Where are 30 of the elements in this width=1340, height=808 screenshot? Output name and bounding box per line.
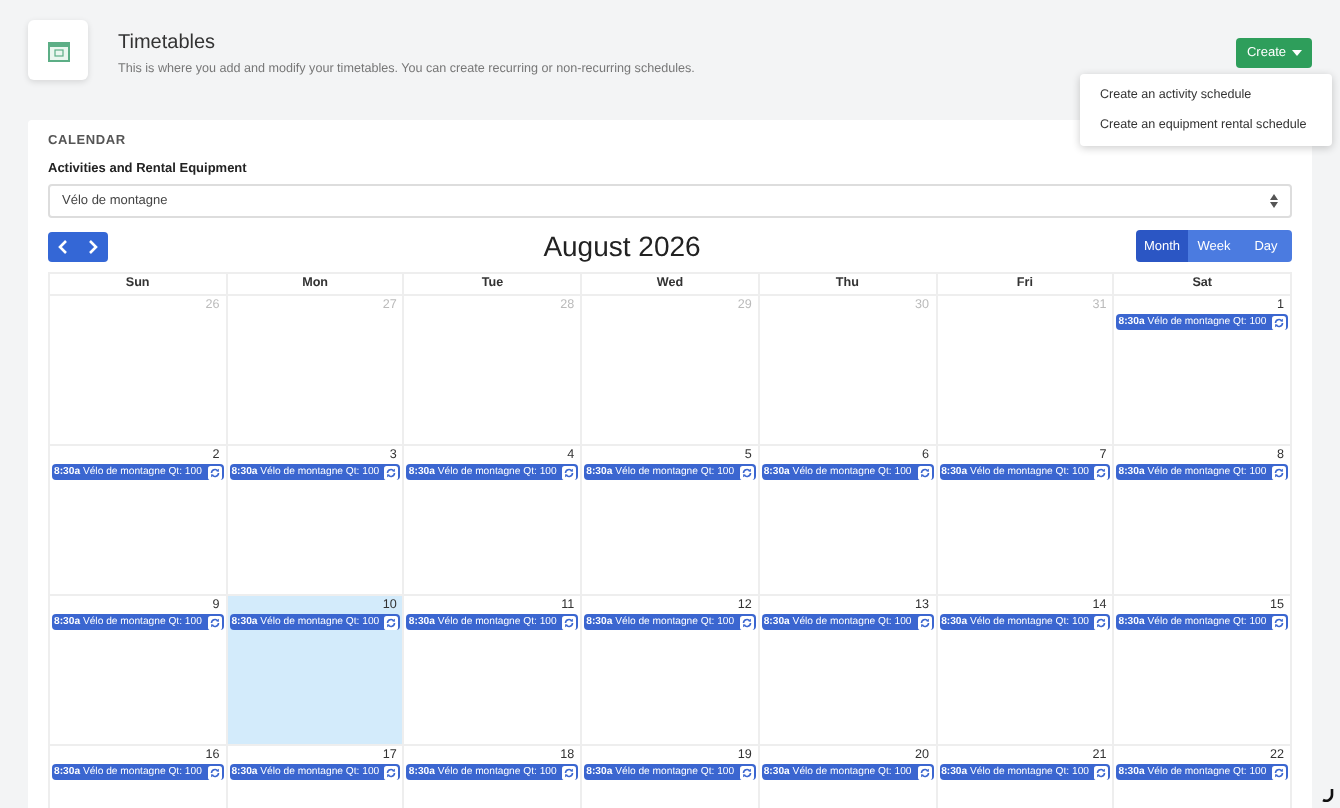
- repeat-icon: [1094, 615, 1109, 629]
- repeat-icon: [917, 615, 932, 629]
- repeat-icon: [1094, 765, 1109, 779]
- chevron-left-icon: [58, 239, 68, 253]
- repeat-icon: [917, 765, 932, 779]
- calendar-icon: [47, 39, 69, 61]
- repeat-icon: [1272, 765, 1286, 779]
- sort-arrows-icon: [1270, 194, 1278, 208]
- repeat-icon: [739, 465, 754, 479]
- repeat-icon: [562, 465, 577, 479]
- repeat-icon: [1094, 465, 1109, 479]
- month-title: August 2026: [543, 230, 701, 262]
- repeat-icon: [1272, 315, 1286, 329]
- repeat-icon: [1272, 615, 1286, 629]
- repeat-icon: [384, 465, 399, 479]
- repeat-icon: [384, 765, 399, 779]
- page-title: Timetables: [118, 32, 218, 54]
- repeat-icon: [562, 615, 577, 629]
- repeat-icon: [739, 765, 754, 779]
- chevron-right-icon: [88, 239, 98, 253]
- repeat-icon: [207, 465, 222, 479]
- repeat-icon: [207, 615, 222, 629]
- repeat-icon: [562, 765, 577, 779]
- caret-icon: [1292, 50, 1302, 56]
- repeat-icon: [384, 615, 399, 629]
- repeat-icon: [207, 765, 222, 779]
- spinner-icon: [1322, 788, 1334, 802]
- repeat-icon: [917, 465, 932, 479]
- repeat-icon: [1272, 465, 1286, 479]
- repeat-icon: [739, 615, 754, 629]
